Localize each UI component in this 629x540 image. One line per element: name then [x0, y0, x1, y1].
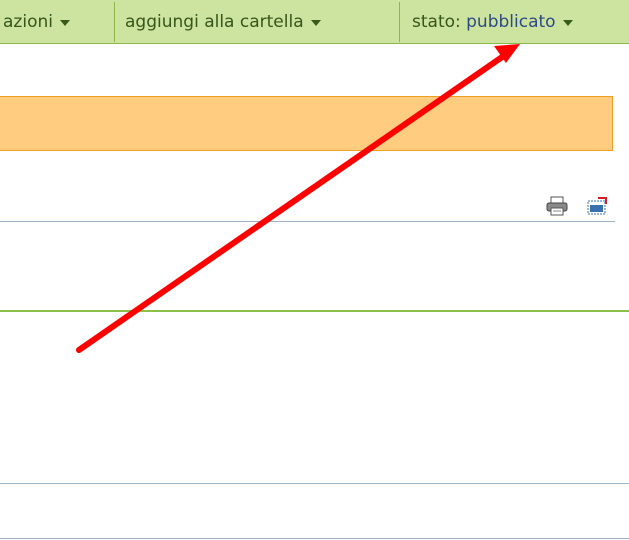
fullscreen-button[interactable]: [586, 196, 608, 216]
print-button[interactable]: [546, 196, 568, 216]
actions-menu[interactable]: azioni: [3, 0, 70, 44]
state-value: pubblicato: [466, 11, 556, 32]
section-divider: [0, 221, 615, 222]
chevron-down-icon: [59, 20, 70, 26]
toolbar-divider: [399, 2, 400, 42]
content-divider: [0, 310, 629, 312]
annotation-arrow: [76, 44, 520, 353]
chevron-down-icon: [562, 20, 573, 26]
add-to-folder-label: aggiungi alla cartella: [125, 11, 304, 32]
state-prefix-label: stato:: [412, 11, 467, 32]
state-menu[interactable]: stato: pubblicato: [412, 0, 573, 44]
chevron-down-icon: [310, 20, 321, 26]
add-to-folder-menu[interactable]: aggiungi alla cartella: [125, 0, 321, 44]
actions-menu-label: azioni: [3, 11, 53, 32]
status-message-banner: [0, 96, 613, 151]
section-divider: [0, 483, 629, 484]
printer-icon: [546, 196, 568, 216]
content-actions-bar: azioni aggiungi alla cartella stato: pub…: [0, 0, 629, 44]
section-divider: [0, 538, 629, 539]
fullscreen-icon: [587, 197, 607, 215]
toolbar-divider: [114, 2, 115, 42]
